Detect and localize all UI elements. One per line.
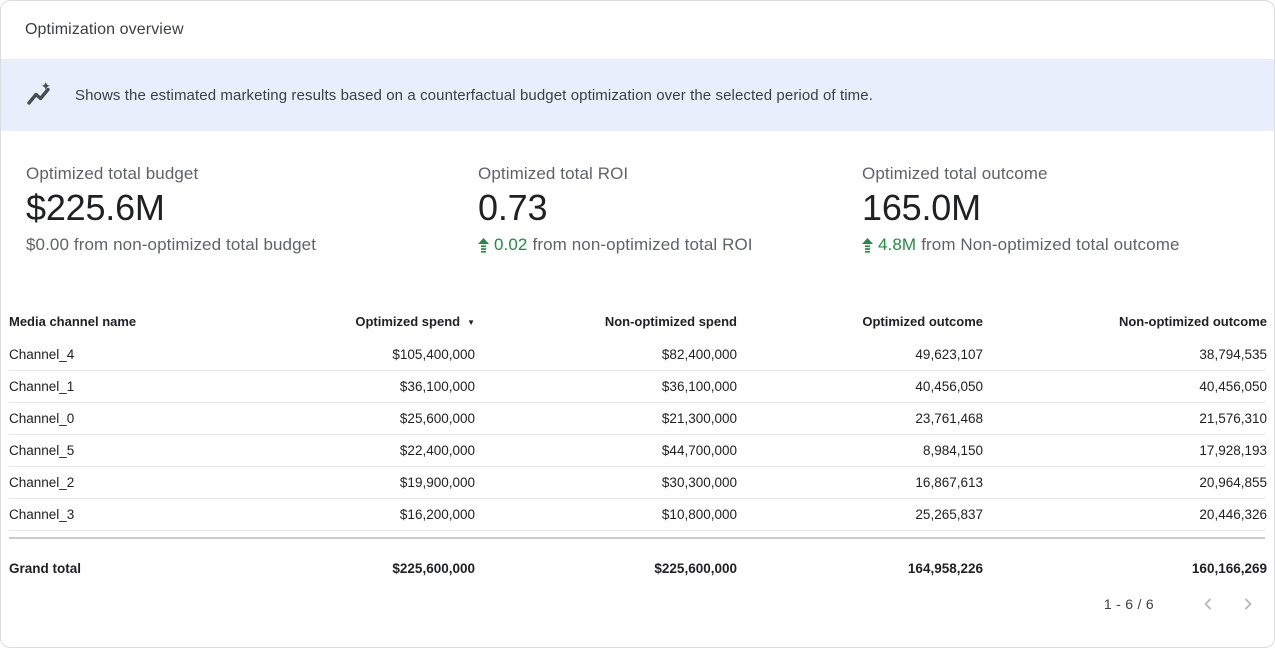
table-header-row: Media channel name Optimized spend ▼ Non…: [9, 314, 1265, 339]
cell-optimized-spend: $19,900,000: [209, 475, 475, 490]
cell-non-optimized-outcome: 20,964,855: [983, 475, 1267, 490]
sort-desc-icon: ▼: [467, 318, 475, 327]
cell-non-optimized-spend: $36,100,000: [475, 379, 737, 394]
table-body: Channel_4 $105,400,000 $82,400,000 49,62…: [9, 339, 1265, 531]
column-header-optimized-spend[interactable]: Optimized spend ▼: [209, 314, 475, 329]
cell-optimized-spend: $25,600,000: [209, 411, 475, 426]
cell-non-optimized-spend: $44,700,000: [475, 443, 737, 458]
info-banner: Shows the estimated marketing results ba…: [1, 59, 1274, 131]
column-header-label: Optimized spend: [355, 314, 460, 329]
arrow-up-positive-icon: [478, 238, 489, 253]
cell-optimized-outcome: 40,456,050: [737, 379, 983, 394]
cell-non-optimized-outcome: 21,576,310: [983, 411, 1267, 426]
cell-channel-name: Channel_4: [9, 347, 209, 362]
grand-total-optimized-outcome: 164,958,226: [737, 561, 983, 576]
cell-channel-name: Channel_5: [9, 443, 209, 458]
kpi-label: Optimized total budget: [26, 164, 453, 184]
cell-optimized-spend: $36,100,000: [209, 379, 475, 394]
cell-non-optimized-spend: $82,400,000: [475, 347, 737, 362]
cell-channel-name: Channel_0: [9, 411, 209, 426]
media-channel-table: Media channel name Optimized spend ▼ Non…: [9, 314, 1265, 586]
column-header-optimized-outcome[interactable]: Optimized outcome: [737, 314, 983, 329]
grand-total-non-optimized-spend: $225,600,000: [475, 561, 737, 576]
card-header: Optimization overview: [1, 1, 1274, 59]
kpi-label: Optimized total outcome: [862, 164, 1274, 184]
chevron-left-icon: [1198, 594, 1218, 614]
table-row: Channel_0 $25,600,000 $21,300,000 23,761…: [9, 403, 1265, 435]
grand-total-optimized-spend: $225,600,000: [209, 561, 475, 576]
cell-optimized-outcome: 23,761,468: [737, 411, 983, 426]
table-row: Channel_4 $105,400,000 $82,400,000 49,62…: [9, 339, 1265, 371]
cell-channel-name: Channel_3: [9, 507, 209, 522]
arrow-up-positive-icon: [862, 238, 873, 253]
column-header-non-optimized-outcome[interactable]: Non-optimized outcome: [983, 314, 1267, 329]
cell-optimized-outcome: 16,867,613: [737, 475, 983, 490]
cell-optimized-spend: $22,400,000: [209, 443, 475, 458]
table-row: Channel_5 $22,400,000 $44,700,000 8,984,…: [9, 435, 1265, 467]
cell-non-optimized-spend: $21,300,000: [475, 411, 737, 426]
kpi-delta-value: 4.8M: [878, 235, 916, 255]
kpi-label: Optimized total ROI: [478, 164, 837, 184]
kpi-optimized-total-budget: Optimized total budget $225.6M $0.00 fro…: [1, 164, 453, 255]
cell-optimized-spend: $16,200,000: [209, 507, 475, 522]
column-header-media-channel-name[interactable]: Media channel name: [9, 314, 209, 329]
cell-non-optimized-outcome: 17,928,193: [983, 443, 1267, 458]
chevron-right-icon: [1238, 594, 1258, 614]
kpi-delta-line: 0.02 from non-optimized total ROI: [478, 235, 837, 255]
cell-optimized-outcome: 25,265,837: [737, 507, 983, 522]
column-header-non-optimized-spend[interactable]: Non-optimized spend: [475, 314, 737, 329]
kpi-delta-text: from non-optimized total ROI: [533, 235, 753, 255]
kpi-value: 0.73: [478, 186, 837, 230]
grand-total-non-optimized-outcome: 160,166,269: [983, 561, 1267, 576]
page-title: Optimization overview: [25, 21, 184, 39]
kpi-optimized-total-outcome: Optimized total outcome 165.0M 4.8M from…: [837, 164, 1274, 255]
cell-channel-name: Channel_2: [9, 475, 209, 490]
table-row: Channel_2 $19,900,000 $30,300,000 16,867…: [9, 467, 1265, 499]
previous-page-button[interactable]: [1196, 592, 1220, 616]
next-page-button[interactable]: [1236, 592, 1260, 616]
grand-total-row: Grand total $225,600,000 $225,600,000 16…: [9, 539, 1265, 586]
kpi-delta-line: 4.8M from Non-optimized total outcome: [862, 235, 1274, 255]
page-range-label: 1 - 6 / 6: [1104, 596, 1154, 612]
kpi-value: 165.0M: [862, 186, 1274, 230]
table-row: Channel_3 $16,200,000 $10,800,000 25,265…: [9, 499, 1265, 531]
kpi-delta-line: $0.00 from non-optimized total budget: [26, 235, 453, 255]
cell-non-optimized-outcome: 20,446,326: [983, 507, 1267, 522]
cell-optimized-spend: $105,400,000: [209, 347, 475, 362]
cell-channel-name: Channel_1: [9, 379, 209, 394]
cell-non-optimized-spend: $10,800,000: [475, 507, 737, 522]
cell-non-optimized-spend: $30,300,000: [475, 475, 737, 490]
table-row: Channel_1 $36,100,000 $36,100,000 40,456…: [9, 371, 1265, 403]
kpi-delta-text: from Non-optimized total outcome: [921, 235, 1179, 255]
cell-non-optimized-outcome: 38,794,535: [983, 347, 1267, 362]
kpi-value: $225.6M: [26, 186, 453, 230]
kpi-row: Optimized total budget $225.6M $0.00 fro…: [1, 131, 1274, 255]
insights-icon: [25, 81, 53, 109]
cell-optimized-outcome: 8,984,150: [737, 443, 983, 458]
cell-optimized-outcome: 49,623,107: [737, 347, 983, 362]
kpi-delta-text: $0.00 from non-optimized total budget: [26, 235, 316, 255]
cell-non-optimized-outcome: 40,456,050: [983, 379, 1267, 394]
optimization-overview-card: Optimization overview Shows the estimate…: [0, 0, 1275, 648]
kpi-optimized-total-roi: Optimized total ROI 0.73 0.02 from non-o…: [453, 164, 837, 255]
kpi-delta-value: 0.02: [494, 235, 528, 255]
banner-description: Shows the estimated marketing results ba…: [75, 87, 873, 104]
grand-total-label: Grand total: [9, 561, 209, 576]
table-pagination: 1 - 6 / 6: [1, 586, 1274, 616]
